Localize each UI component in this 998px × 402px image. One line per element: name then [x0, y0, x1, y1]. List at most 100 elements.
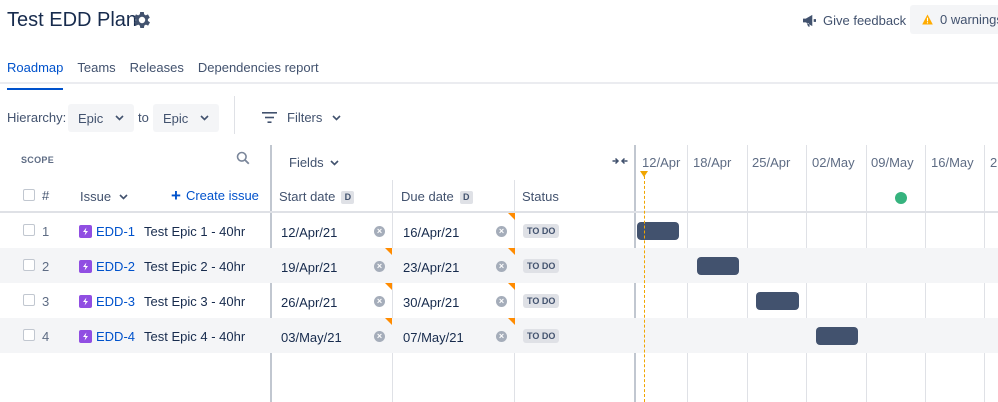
toolbar-divider	[234, 96, 235, 134]
issue-summary[interactable]: Test Epic 2 - 40hr	[144, 259, 245, 274]
timeline-bar[interactable]	[697, 257, 739, 275]
megaphone-icon	[803, 14, 816, 27]
hierarchy-from-value: Epic	[78, 110, 104, 126]
epic-icon	[79, 330, 92, 343]
clear-start-date-icon[interactable]: ×	[374, 331, 385, 342]
due-date-column-header[interactable]: Due date D	[401, 189, 473, 204]
field-changed-indicator	[508, 318, 515, 325]
tab-teams[interactable]: Teams	[77, 60, 115, 90]
issue-key-link[interactable]: EDD-2	[96, 259, 135, 274]
create-issue-button[interactable]: + Create issue	[171, 187, 259, 204]
timeline-bar[interactable]	[816, 327, 858, 345]
filters-label: Filters	[287, 110, 323, 125]
warning-icon	[922, 14, 933, 25]
status-column-header[interactable]: Status	[522, 189, 559, 204]
start-date-value[interactable]: 26/Apr/21	[281, 295, 337, 310]
due-date-value[interactable]: 07/May/21	[403, 330, 464, 345]
row-checkbox[interactable]	[23, 259, 35, 271]
hierarchy-label: Hierarchy:	[7, 110, 67, 125]
hierarchy-from-select[interactable]: Epic	[68, 104, 134, 132]
issue-key-link[interactable]: EDD-4	[96, 329, 135, 344]
hierarchy-to-select[interactable]: Epic	[153, 104, 219, 132]
release-marker[interactable]	[895, 192, 907, 204]
row-number: 4	[42, 329, 50, 344]
chevron-down-icon	[332, 114, 341, 121]
status-badge[interactable]: TO DO	[523, 329, 560, 343]
chevron-down-icon	[200, 115, 209, 121]
clear-due-date-icon[interactable]: ×	[496, 226, 507, 237]
row-number: 3	[42, 294, 50, 309]
start-date-value[interactable]: 19/Apr/21	[281, 260, 337, 275]
tab-releases[interactable]: Releases	[130, 60, 184, 90]
scope-title: SCOPE	[21, 155, 55, 165]
clear-start-date-icon[interactable]: ×	[374, 296, 385, 307]
tabs-divider	[0, 82, 998, 84]
date-type-badge: D	[341, 191, 355, 204]
chevron-down-icon	[115, 115, 124, 121]
issue-column-label: Issue	[80, 189, 112, 204]
week-label: 02/May	[812, 155, 855, 170]
select-all-checkbox[interactable]	[23, 189, 35, 201]
issue-key-link[interactable]: EDD-3	[96, 294, 135, 309]
issue-key-link[interactable]: EDD-1	[96, 224, 135, 239]
warnings-label: 0 warnings	[940, 12, 998, 27]
fields-button[interactable]: Fields	[289, 155, 339, 170]
field-changed-indicator	[385, 248, 392, 255]
epic-icon	[79, 260, 92, 273]
row-checkbox[interactable]	[23, 224, 35, 236]
give-feedback-button[interactable]: Give feedback	[802, 11, 906, 29]
number-column-header: #	[42, 188, 50, 203]
plan-tabs: Roadmap Teams Releases Dependencies repo…	[7, 60, 319, 90]
status-badge[interactable]: TO DO	[523, 259, 560, 273]
epic-icon	[79, 225, 92, 238]
row-checkbox[interactable]	[23, 329, 35, 341]
week-label: 16/May	[931, 155, 974, 170]
start-date-label: Start date	[279, 189, 336, 204]
timeline-bar[interactable]	[756, 292, 799, 310]
tab-roadmap[interactable]: Roadmap	[7, 60, 64, 90]
week-label: 09/May	[871, 155, 914, 170]
row-number: 1	[42, 224, 50, 239]
search-icon[interactable]	[236, 151, 250, 165]
create-issue-label: Create issue	[185, 188, 259, 203]
date-type-badge: D	[459, 191, 473, 204]
row-number: 2	[42, 259, 50, 274]
field-changed-indicator	[508, 213, 515, 220]
warnings-button[interactable]: 0 warnings	[910, 5, 998, 34]
due-date-label: Due date	[401, 189, 454, 204]
due-date-value[interactable]: 23/Apr/21	[403, 260, 459, 275]
clear-due-date-icon[interactable]: ×	[496, 261, 507, 272]
status-badge[interactable]: TO DO	[523, 294, 560, 308]
issue-summary[interactable]: Test Epic 3 - 40hr	[144, 294, 245, 309]
tab-dependencies-report[interactable]: Dependencies report	[198, 60, 319, 90]
field-changed-indicator	[385, 318, 392, 325]
start-date-value[interactable]: 03/May/21	[281, 330, 342, 345]
status-badge[interactable]: TO DO	[523, 224, 560, 238]
due-date-value[interactable]: 30/Apr/21	[403, 295, 459, 310]
hierarchy-to-value: Epic	[163, 110, 189, 126]
issue-column-header[interactable]: Issue	[80, 189, 128, 204]
issue-summary[interactable]: Test Epic 1 - 40hr	[144, 224, 245, 239]
chevron-down-icon	[330, 159, 339, 166]
row-checkbox[interactable]	[23, 294, 35, 306]
issue-summary[interactable]: Test Epic 4 - 40hr	[144, 329, 245, 344]
field-changed-indicator	[508, 248, 515, 255]
collapse-columns-icon[interactable]	[612, 155, 628, 167]
clear-start-date-icon[interactable]: ×	[374, 226, 385, 237]
gear-icon[interactable]	[131, 9, 153, 31]
start-date-column-header[interactable]: Start date D	[279, 189, 355, 204]
week-label: 25/Apr	[752, 155, 791, 170]
chevron-down-icon	[119, 193, 128, 200]
page-title: Test EDD Plan	[7, 9, 138, 31]
start-date-value[interactable]: 12/Apr/21	[281, 225, 337, 240]
fields-label: Fields	[289, 155, 324, 170]
filters-button[interactable]: Filters	[262, 110, 341, 125]
clear-due-date-icon[interactable]: ×	[496, 331, 507, 342]
feedback-label: Give feedback	[823, 12, 907, 28]
clear-start-date-icon[interactable]: ×	[374, 261, 385, 272]
hierarchy-to-label: to	[138, 110, 149, 125]
clear-due-date-icon[interactable]: ×	[496, 296, 507, 307]
week-label: 12/Apr	[642, 155, 681, 170]
field-changed-indicator	[508, 283, 515, 290]
due-date-value[interactable]: 16/Apr/21	[403, 225, 459, 240]
